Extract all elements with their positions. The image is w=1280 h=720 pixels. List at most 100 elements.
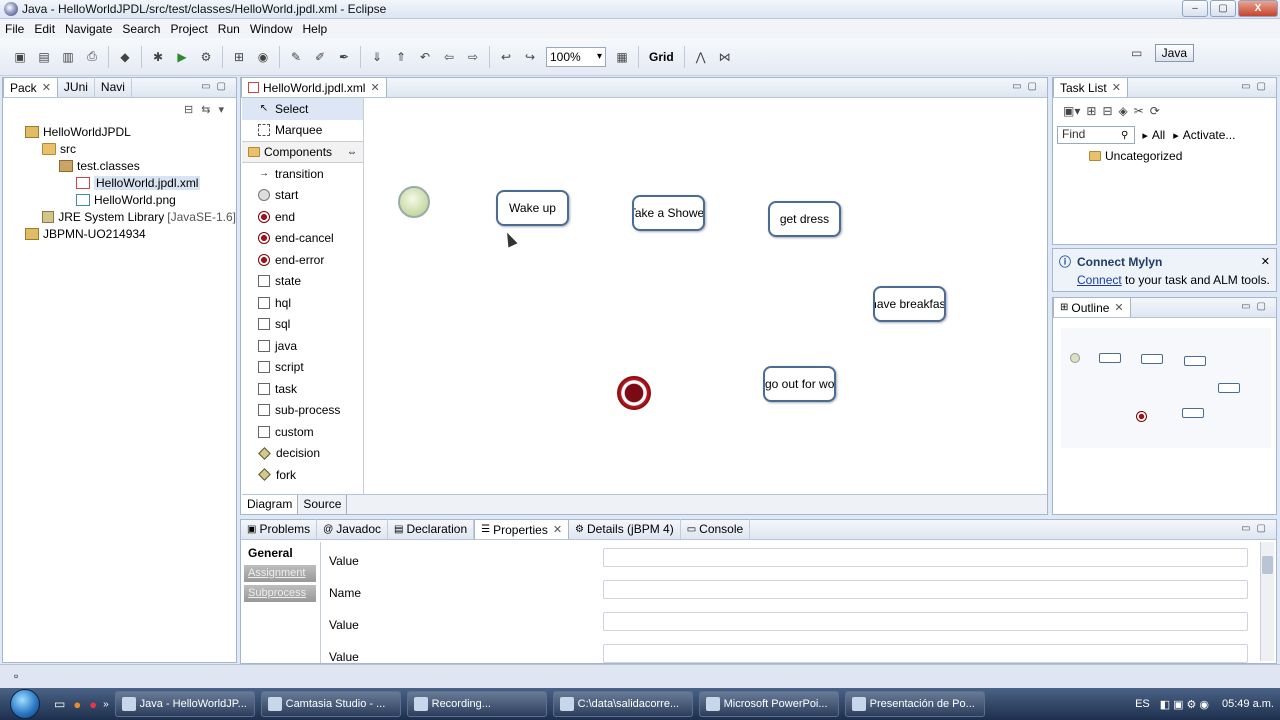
taskbar-button[interactable]: Java - HelloWorldJP... xyxy=(114,691,255,717)
all-tasks-link[interactable]: All xyxy=(1152,128,1165,142)
palette-item-state[interactable]: state xyxy=(242,271,363,293)
value-field[interactable] xyxy=(603,612,1248,631)
view-minmax-icons[interactable]: ▭▢ xyxy=(1241,523,1272,534)
view-minmax-icons[interactable]: ▭▢ xyxy=(201,81,232,92)
scrollbar-thumb[interactable] xyxy=(1262,556,1273,574)
editor-minmax-icons[interactable]: ▭▢ xyxy=(1012,81,1043,92)
save-icon[interactable]: ▤ xyxy=(36,49,52,65)
tab-outline[interactable]: ⊞ Outline ✕ xyxy=(1053,297,1131,317)
tab-problems[interactable]: ▣ Problems xyxy=(241,519,318,539)
java-perspective-button[interactable]: Java xyxy=(1154,44,1194,62)
save-all-icon[interactable]: ▥ xyxy=(60,49,76,65)
tray-icons[interactable]: ◧▣⚙◉ xyxy=(1160,698,1212,711)
tree-item[interactable]: JBPMN-UO214934 xyxy=(3,225,236,242)
taskbar-button[interactable]: Microsoft PowerPoi... xyxy=(698,691,839,717)
palette-components-header[interactable]: Components ⇔ xyxy=(242,141,363,163)
palette-item-task[interactable]: task xyxy=(242,378,363,400)
diagram-canvas[interactable]: Wake up Take a Shower get dress have bre… xyxy=(365,98,1047,494)
sync-icon[interactable]: ⟳ xyxy=(1150,104,1160,118)
palette-item-java[interactable]: java xyxy=(242,335,363,357)
debug-icon[interactable]: ✱ xyxy=(150,49,166,65)
new-class-icon[interactable]: ◉ xyxy=(255,49,271,65)
tab-console[interactable]: ▭ Console xyxy=(681,519,751,539)
tree-item[interactable]: HelloWorldJPDL xyxy=(3,123,236,140)
menu-project[interactable]: Project xyxy=(165,22,212,36)
name-field[interactable] xyxy=(603,580,1248,599)
grid-button[interactable]: Grid xyxy=(649,50,674,64)
close-icon[interactable]: ✕ xyxy=(1114,301,1123,314)
tab-details-jbpm-4-[interactable]: ⚙ Details (jBPM 4) xyxy=(569,519,681,539)
state-node-have-breakfast[interactable]: have breakfast xyxy=(873,286,946,322)
state-node-wake-up[interactable]: Wake up xyxy=(496,190,569,226)
menu-window[interactable]: Window xyxy=(245,22,298,36)
previous-annotation-icon[interactable]: ⇑ xyxy=(393,49,409,65)
palette-item-decision[interactable]: decision xyxy=(242,443,363,465)
palette-item-script[interactable]: script xyxy=(242,357,363,379)
collapse-icon[interactable]: ✂ xyxy=(1134,104,1144,118)
new-icon[interactable]: ▣ xyxy=(12,49,28,65)
section-subprocess[interactable]: Subprocess xyxy=(244,585,316,602)
open-type-icon[interactable]: ✎ xyxy=(288,49,304,65)
taskbar-button[interactable]: Camtasia Studio - ... xyxy=(260,691,401,717)
section-assignment[interactable]: Assignment xyxy=(244,565,316,582)
external-tools-icon[interactable]: ⚙ xyxy=(198,49,214,65)
state-node-take-shower[interactable]: Take a Shower xyxy=(632,195,705,231)
start-node[interactable] xyxy=(398,186,430,218)
tab-helloworld-jpdl[interactable]: HelloWorld.jpdl.xml ✕ xyxy=(241,77,387,97)
focus-icon[interactable]: ◈ xyxy=(1119,104,1128,118)
palette-item-custom[interactable]: custom xyxy=(242,421,363,443)
tree-item[interactable]: JRE System Library [JavaSE-1.6] xyxy=(3,208,236,225)
open-perspective-icon[interactable]: ▭ xyxy=(1129,45,1145,61)
state-node-go-out-for-work[interactable]: go out for work xyxy=(763,366,836,402)
menu-help[interactable]: Help xyxy=(298,22,333,36)
view-minmax-icons[interactable]: ▭▢ xyxy=(1241,81,1272,92)
pin-icon[interactable]: ⇔ xyxy=(347,147,357,158)
run-icon[interactable]: ▶ xyxy=(174,49,190,65)
tree-item[interactable]: src xyxy=(3,140,236,157)
collapse-all-icon[interactable]: ⊟ xyxy=(184,103,193,116)
firefox-icon[interactable]: ● xyxy=(73,697,81,712)
show-desktop-icon[interactable]: ▭ xyxy=(54,697,65,711)
tab-source[interactable]: Source xyxy=(298,495,348,514)
align-icon[interactable]: ⋀ xyxy=(693,49,709,65)
tab-package-explorer[interactable]: Pack ✕ xyxy=(3,77,58,97)
taskbar-button[interactable]: C:\data\salidacorre... xyxy=(552,691,693,717)
share-icon[interactable]: ⋈ xyxy=(717,49,733,65)
find-input[interactable]: Find xyxy=(1057,126,1135,144)
close-icon[interactable]: ✕ xyxy=(1261,255,1270,268)
maximize-button[interactable]: ▢ xyxy=(1210,0,1236,17)
search-icon[interactable]: ✒ xyxy=(336,49,352,65)
palette-item-end-error[interactable]: end-error xyxy=(242,249,363,271)
taskbar-button[interactable]: Presentación de Po... xyxy=(844,691,985,717)
state-node-get-dress[interactable]: get dress xyxy=(768,201,841,237)
tab-properties[interactable]: ☰ Properties ✕ xyxy=(474,519,570,539)
print-icon[interactable]: ⎙ xyxy=(84,49,100,65)
undo-icon[interactable]: ↩ xyxy=(498,49,514,65)
menu-navigate[interactable]: Navigate xyxy=(60,22,117,36)
new-task-icon[interactable]: ▣▾ xyxy=(1063,104,1080,118)
layout-icon[interactable]: ▦ xyxy=(614,49,630,65)
palette-item-sql[interactable]: sql xyxy=(242,314,363,336)
palette-item-fork[interactable]: fork xyxy=(242,464,363,486)
language-indicator[interactable]: ES xyxy=(1135,698,1150,710)
close-icon[interactable]: ✕ xyxy=(553,523,562,536)
new-package-icon[interactable]: ⊞ xyxy=(231,49,247,65)
tab-navigator[interactable]: Navi xyxy=(95,77,132,97)
close-icon[interactable]: ✕ xyxy=(370,81,379,94)
tree-item[interactable]: test.classes xyxy=(3,157,236,174)
fast-view-icon[interactable]: ▫ xyxy=(14,669,18,683)
vertical-scrollbar[interactable] xyxy=(1260,542,1274,661)
close-button[interactable]: X xyxy=(1238,0,1278,17)
tab-diagram[interactable]: Diagram xyxy=(242,495,299,514)
uncategorized-row[interactable]: Uncategorized xyxy=(1053,146,1276,166)
value-field[interactable] xyxy=(603,644,1248,663)
taskbar-button[interactable]: Recording... xyxy=(406,691,547,717)
palette-item-end-cancel[interactable]: end-cancel xyxy=(242,228,363,250)
palette-item-sub-process[interactable]: sub-process xyxy=(242,400,363,422)
back-icon[interactable]: ⇦ xyxy=(441,49,457,65)
activate-link[interactable]: Activate... xyxy=(1183,128,1236,142)
menu-search[interactable]: Search xyxy=(117,22,165,36)
zoom-combo[interactable]: 100% xyxy=(546,46,606,67)
palette-marquee[interactable]: Marquee xyxy=(242,120,363,142)
tab-declaration[interactable]: ▤ Declaration xyxy=(388,519,475,539)
